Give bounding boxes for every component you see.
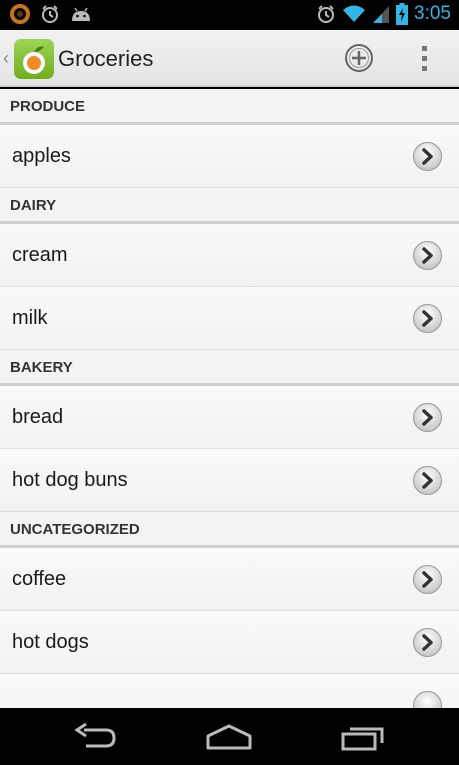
- item-label: milk: [12, 307, 48, 329]
- section-header-uncategorized: UNCATEGORIZED: [0, 512, 459, 548]
- list-item[interactable]: cream: [0, 224, 459, 287]
- status-bar: 3:05: [0, 0, 459, 30]
- list-item[interactable]: hot dogs: [0, 611, 459, 674]
- item-label: cream: [12, 244, 68, 266]
- add-icon[interactable]: [344, 43, 374, 73]
- list-item[interactable]: milk: [0, 287, 459, 350]
- battery-icon: [396, 3, 409, 25]
- chevron-right-icon[interactable]: [412, 240, 443, 271]
- app-logo[interactable]: [14, 39, 54, 79]
- recents-icon[interactable]: [340, 722, 386, 752]
- home-icon[interactable]: [205, 722, 253, 752]
- section-header-dairy: DAIRY: [0, 188, 459, 224]
- navigation-bar: [0, 708, 459, 765]
- wifi-icon: [343, 5, 366, 22]
- item-label: coffee: [12, 568, 67, 590]
- action-bar: ‹ Groceries: [0, 30, 459, 87]
- item-label: bread: [12, 406, 64, 428]
- alarm-icon: [42, 5, 58, 23]
- back-icon[interactable]: [72, 722, 118, 752]
- grocery-list[interactable]: PRODUCE apples DAIRY cream milk BAKERY b…: [0, 89, 459, 708]
- alarm-icon: [318, 5, 335, 23]
- list-item[interactable]: bread: [0, 386, 459, 449]
- circle-app-icon: [10, 4, 30, 24]
- list-item-partial[interactable]: [0, 674, 459, 708]
- chevron-right-icon[interactable]: [412, 303, 443, 334]
- item-label: hot dog buns: [12, 469, 128, 491]
- clock: 3:05: [414, 3, 451, 24]
- section-header-bakery: BAKERY: [0, 350, 459, 386]
- chevron-right-icon[interactable]: [412, 564, 443, 595]
- signal-icon: [373, 6, 390, 23]
- chevron-right-icon[interactable]: [412, 402, 443, 433]
- item-label: apples: [12, 145, 71, 167]
- chevron-right-icon[interactable]: [412, 465, 443, 496]
- page-title: Groceries: [58, 46, 154, 71]
- overflow-menu-icon[interactable]: [418, 44, 432, 74]
- chevron-right-icon[interactable]: [412, 690, 443, 708]
- section-header-produce: PRODUCE: [0, 89, 459, 125]
- list-item[interactable]: apples: [0, 125, 459, 188]
- up-caret-icon[interactable]: ‹: [3, 48, 9, 69]
- orange-icon: [23, 46, 45, 74]
- item-label: hot dogs: [12, 631, 89, 653]
- android-icon: [72, 7, 90, 21]
- chevron-right-icon[interactable]: [412, 627, 443, 658]
- list-item[interactable]: hot dog buns: [0, 449, 459, 512]
- chevron-right-icon[interactable]: [412, 141, 443, 172]
- list-item[interactable]: coffee: [0, 548, 459, 611]
